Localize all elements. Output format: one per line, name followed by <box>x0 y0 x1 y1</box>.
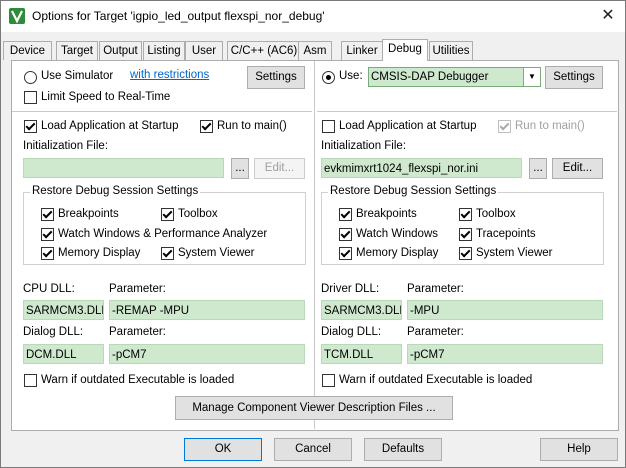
tab-strip: Device Target Output Listing User C/C++ … <box>1 39 625 61</box>
cpu-param-input[interactable]: -REMAP -MPU <box>109 300 305 320</box>
left-toolbox-label: Toolbox <box>178 208 218 220</box>
driver-param-label: Parameter: <box>407 283 464 295</box>
debugger-select[interactable]: CMSIS-DAP Debugger ▼ <box>368 67 541 87</box>
left-init-file-label: Initialization File: <box>23 140 109 152</box>
left-restore-title: Restore Debug Session Settings <box>30 185 201 197</box>
left-dialog-dll-input[interactable]: DCM.DLL <box>23 344 104 364</box>
left-breakpoints-label: Breakpoints <box>58 208 119 220</box>
left-edit-button[interactable]: Edit... <box>254 158 305 179</box>
left-dialog-param-input[interactable]: -pCM7 <box>109 344 305 364</box>
left-divider <box>12 111 312 112</box>
left-warn-checkbox[interactable] <box>24 374 37 387</box>
right-breakpoints-checkbox[interactable] <box>339 208 352 221</box>
tab-output[interactable]: Output <box>99 41 142 60</box>
tab-target[interactable]: Target <box>56 41 98 60</box>
left-browse-button[interactable]: ... <box>231 158 249 179</box>
right-breakpoints-label: Breakpoints <box>356 208 417 220</box>
left-sysviewer-checkbox[interactable] <box>161 247 174 260</box>
right-dialog-dll-label: Dialog DLL: <box>321 326 382 338</box>
cpu-dll-input[interactable]: SARMCM3.DLL <box>23 300 104 320</box>
tab-asm[interactable]: Asm <box>298 41 332 60</box>
left-load-app-checkbox[interactable] <box>24 120 37 133</box>
right-dialog-param-label: Parameter: <box>407 326 464 338</box>
tab-user[interactable]: User <box>185 41 223 60</box>
right-init-file-input[interactable]: evkmimxrt1024_flexspi_nor.ini <box>321 158 522 178</box>
right-dialog-param-input[interactable]: -pCM7 <box>407 344 603 364</box>
right-dialog-dll-input[interactable]: TCM.DLL <box>321 344 402 364</box>
left-load-app-label: Load Application at Startup <box>41 120 179 132</box>
right-divider <box>317 111 617 112</box>
with-restrictions-link[interactable]: with restrictions <box>130 69 209 81</box>
help-button[interactable]: Help <box>540 438 618 461</box>
close-icon[interactable]: ✕ <box>597 5 619 27</box>
right-browse-button[interactable]: ... <box>529 158 547 179</box>
right-tracepoints-label: Tracepoints <box>476 228 536 240</box>
debugger-select-value: CMSIS-DAP Debugger <box>371 71 489 83</box>
limit-speed-label: Limit Speed to Real-Time <box>41 91 171 103</box>
tab-device[interactable]: Device <box>3 41 52 60</box>
right-load-app-checkbox[interactable] <box>322 120 335 133</box>
right-load-app-label: Load Application at Startup <box>339 120 477 132</box>
left-toolbox-checkbox[interactable] <box>161 208 174 221</box>
keil-app-icon <box>9 8 25 24</box>
left-run-to-main-checkbox[interactable] <box>200 120 213 133</box>
left-dialog-param-label: Parameter: <box>109 326 166 338</box>
use-simulator-radio[interactable] <box>24 71 37 84</box>
tab-listing[interactable]: Listing <box>143 41 185 60</box>
driver-param-input[interactable]: -MPU <box>407 300 603 320</box>
right-toolbox-label: Toolbox <box>476 208 516 220</box>
chevron-down-icon[interactable]: ▼ <box>523 68 540 86</box>
left-settings-button[interactable]: Settings <box>247 66 305 89</box>
right-edit-button[interactable]: Edit... <box>552 158 603 179</box>
right-sysviewer-checkbox[interactable] <box>459 247 472 260</box>
right-run-to-main-label: Run to main() <box>515 120 585 132</box>
right-memory-checkbox[interactable] <box>339 247 352 260</box>
left-warn-label: Warn if outdated Executable is loaded <box>41 374 235 386</box>
right-run-to-main-checkbox[interactable] <box>498 120 511 133</box>
right-toolbox-checkbox[interactable] <box>459 208 472 221</box>
cpu-dll-label: CPU DLL: <box>23 283 75 295</box>
right-init-file-label: Initialization File: <box>321 140 407 152</box>
manage-component-viewer-button[interactable]: Manage Component Viewer Description File… <box>175 396 453 420</box>
left-dialog-dll-label: Dialog DLL: <box>23 326 84 338</box>
debug-panel: Use Simulator with restrictions Settings… <box>11 60 619 431</box>
driver-dll-label: Driver DLL: <box>321 283 380 295</box>
use-debugger-radio[interactable] <box>322 71 335 84</box>
left-sysviewer-label: System Viewer <box>178 247 255 259</box>
limit-speed-checkbox[interactable] <box>24 91 37 104</box>
right-restore-title: Restore Debug Session Settings <box>328 185 499 197</box>
tab-debug[interactable]: Debug <box>382 39 428 61</box>
options-dialog: Options for Target 'igpio_led_output fle… <box>0 0 626 468</box>
left-watch-checkbox[interactable] <box>41 228 54 241</box>
tab-c-cpp[interactable]: C/C++ (AC6) <box>227 41 301 60</box>
tab-linker[interactable]: Linker <box>341 41 383 60</box>
left-watch-label: Watch Windows & Performance Analyzer <box>58 228 268 240</box>
use-simulator-label: Use Simulator <box>41 70 114 82</box>
right-watch-label: Watch Windows <box>356 228 439 240</box>
right-warn-label: Warn if outdated Executable is loaded <box>339 374 533 386</box>
use-label: Use: <box>339 70 363 82</box>
ok-button[interactable]: OK <box>184 438 262 461</box>
left-memory-checkbox[interactable] <box>41 247 54 260</box>
cancel-button[interactable]: Cancel <box>274 438 352 461</box>
right-sysviewer-label: System Viewer <box>476 247 553 259</box>
left-init-file-input[interactable] <box>23 158 224 178</box>
right-tracepoints-checkbox[interactable] <box>459 228 472 241</box>
left-run-to-main-label: Run to main() <box>217 120 287 132</box>
left-breakpoints-checkbox[interactable] <box>41 208 54 221</box>
window-title: Options for Target 'igpio_led_output fle… <box>32 9 325 23</box>
right-settings-button[interactable]: Settings <box>545 66 603 89</box>
tab-utilities[interactable]: Utilities <box>429 41 473 60</box>
right-memory-label: Memory Display <box>356 247 439 259</box>
right-watch-checkbox[interactable] <box>339 228 352 241</box>
title-bar: Options for Target 'igpio_led_output fle… <box>1 1 625 32</box>
cpu-param-label: Parameter: <box>109 283 166 295</box>
defaults-button[interactable]: Defaults <box>364 438 442 461</box>
left-memory-label: Memory Display <box>58 247 141 259</box>
right-warn-checkbox[interactable] <box>322 374 335 387</box>
column-divider <box>314 61 315 429</box>
driver-dll-input[interactable]: SARMCM3.DLL <box>321 300 402 320</box>
